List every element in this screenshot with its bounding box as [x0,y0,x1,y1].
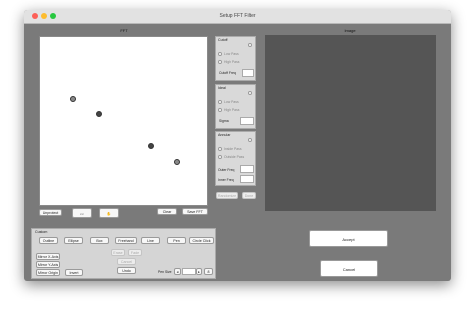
box-button[interactable]: Box [90,237,109,244]
cutoff-freq-field[interactable] [242,69,254,77]
pen-button[interactable]: Pen [167,237,186,244]
circle-click-button[interactable]: Circle Click [189,237,214,244]
pen-size-label: Pen Size [158,270,172,274]
high-pass-label: High Pass [224,60,240,64]
zoom-button[interactable]: ⌕⌕ [72,208,92,218]
fft-point[interactable] [174,159,180,165]
cutoff-radio[interactable] [248,43,252,47]
randomize-button[interactable]: Randomize [216,192,238,199]
setup-fft-filter-window: Setup FFT Filter FFT Unprotect ⌕⌕ ✋ Clea… [24,10,451,281]
magnifier-icon: ⌕⌕ [79,212,85,216]
hand-icon: ✋ [106,212,112,216]
outer-freq-field[interactable] [240,165,254,173]
title-bar: Setup FFT Filter [24,10,451,24]
cutoff-group: Cutoff Low Pass High Pass Cutoff Freq [215,36,256,81]
mirror-origin-button[interactable]: Mirror Origin [36,269,60,276]
cancel-button[interactable]: Cancel [320,260,378,277]
custom-cancel-button[interactable]: Cancel [117,258,136,265]
fft-canvas[interactable] [39,36,208,206]
erase-button[interactable]: Erase [111,249,125,256]
sigma-field[interactable] [240,117,254,125]
fft-point[interactable] [148,143,154,149]
ideal-group-title: Ideal [218,86,226,90]
ellipse-button[interactable]: Ellipse [64,237,83,244]
pen-size-value: 8 [204,268,213,275]
pen-size-slider[interactable] [182,268,196,275]
sigma-label: Sigma [219,119,229,123]
unprotect-button[interactable]: Unprotect [39,209,62,216]
custom-group-title: Custom [35,230,48,234]
freehand-button[interactable]: Freehand [115,237,137,244]
pan-button[interactable]: ✋ [99,208,119,218]
inner-freq-field[interactable] [240,175,254,183]
low-pass-label: Low Pass [224,52,239,56]
inside-pass-label: Inside Pass [224,147,242,151]
custom-group: Custom Outline Ellipse Box Freehand Line… [31,228,216,279]
image-preview [265,35,436,211]
outside-pass-radio[interactable] [218,155,222,159]
low-pass-radio[interactable] [218,52,222,56]
undo-button[interactable]: Undo [117,267,136,274]
annular-group-title: Annular [218,133,231,137]
outside-pass-label: Outside Pass [224,155,245,159]
ideal-group: Ideal Low Pass High Pass Sigma [215,84,256,129]
cutoff-group-title: Cutoff [218,38,228,42]
outer-freq-label: Outer Freq [218,168,235,172]
pen-size-decrease-button[interactable]: ◂ [174,268,181,275]
clear-button[interactable]: Clear [157,208,177,215]
ideal-low-pass-label: Low Pass [224,100,239,104]
done-button[interactable]: Done [242,192,256,199]
ideal-high-pass-radio[interactable] [218,108,222,112]
inner-freq-label: Inner Freq [218,178,234,182]
fft-point[interactable] [70,96,76,102]
mirror-y-axis-button[interactable]: Mirror Y-Axis [36,261,60,268]
annular-radio[interactable] [248,138,252,142]
mirror-x-axis-button[interactable]: Mirror X-Axis [36,253,60,260]
invert-button[interactable]: Invert [65,269,83,276]
inside-pass-radio[interactable] [218,147,222,151]
ideal-low-pass-radio[interactable] [218,100,222,104]
fft-point[interactable] [96,111,102,117]
fft-panel-label: FFT [120,28,128,33]
window-title: Setup FFT Filter [219,13,256,19]
image-panel-label: Image [344,28,356,33]
ideal-high-pass-label: High Pass [224,108,240,112]
annular-group: Annular Inside Pass Outside Pass Outer F… [215,131,256,186]
ideal-radio[interactable] [248,91,252,95]
pen-size-increase-button[interactable]: ▸ [196,268,202,275]
line-button[interactable]: Line [141,237,160,244]
high-pass-radio[interactable] [218,60,222,64]
chevron-right-icon: ▸ [198,270,200,274]
save-fft-button[interactable]: Save FFT [182,208,208,215]
outline-button[interactable]: Outline [39,237,58,244]
cutoff-freq-label: Cutoff Freq [219,71,236,75]
fade-button[interactable]: Fade [128,249,142,256]
accept-button[interactable]: Accept [309,230,388,247]
chevron-left-icon: ◂ [176,270,179,274]
